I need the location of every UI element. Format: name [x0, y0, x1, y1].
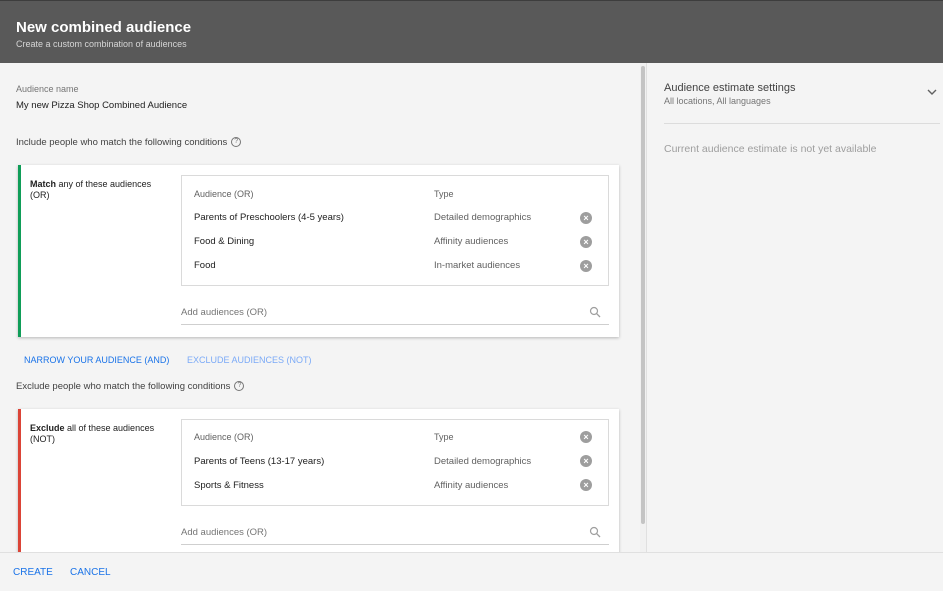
remove-circle-icon[interactable]: ×	[580, 431, 592, 443]
exclude-card: Exclude all of these audiences (NOT) Aud…	[18, 409, 619, 552]
main-scrollbar[interactable]	[641, 66, 645, 524]
column-header-type: Type	[434, 189, 454, 199]
exclude-card-label: Exclude all of these audiences (NOT)	[30, 423, 170, 445]
dialog-subtitle: Create a custom combination of audiences	[16, 39, 187, 49]
estimate-panel: Audience estimate settings All locations…	[646, 63, 943, 552]
help-circle-icon[interactable]: ?	[234, 381, 245, 392]
create-button[interactable]: CREATE	[13, 567, 53, 578]
table-row-name: Parents of Teens (13-17 years)	[194, 456, 325, 467]
remove-circle-icon[interactable]: ×	[580, 260, 592, 272]
remove-circle-icon[interactable]: ×	[580, 212, 592, 224]
table-row-name: Parents of Preschoolers (4-5 years)	[194, 212, 344, 223]
table-row-name: Food & Dining	[194, 236, 255, 247]
table-row-type: Affinity audiences	[434, 480, 509, 491]
audience-name-input[interactable]: My new Pizza Shop Combined Audience	[16, 100, 187, 111]
table-row-name: Food	[194, 260, 216, 271]
remove-circle-icon[interactable]: ×	[580, 236, 592, 248]
cancel-button[interactable]: CANCEL	[70, 567, 111, 578]
include-card-label-bold: Match	[30, 179, 57, 189]
divider	[664, 123, 940, 124]
estimate-settings-subtitle: All locations, All languages	[664, 96, 771, 106]
table-row-type: In-market audiences	[434, 260, 521, 271]
audience-name-label: Audience name	[16, 84, 79, 94]
exclude-heading-text: Exclude people who match the following c…	[16, 381, 231, 392]
estimate-status: Current audience estimate is not yet ava…	[664, 143, 877, 155]
remove-circle-icon[interactable]: ×	[580, 455, 592, 467]
dialog-footer: CREATE CANCEL	[0, 552, 943, 591]
main-panel: Audience name My new Pizza Shop Combined…	[0, 63, 640, 552]
exclude-heading: Exclude people who match the following c…	[16, 381, 245, 392]
include-card: Match any of these audiences (OR) Audien…	[18, 165, 619, 337]
table-row-type: Detailed demographics	[434, 212, 532, 223]
estimate-settings-toggle[interactable]: Audience estimate settings All locations…	[664, 81, 940, 111]
chevron-down-icon[interactable]	[927, 89, 937, 95]
table-row-name: Sports & Fitness	[194, 480, 264, 491]
include-audience-table: Audience (OR) Type Parents of Preschoole…	[181, 175, 609, 286]
estimate-settings-title: Audience estimate settings	[664, 82, 796, 94]
narrow-audience-button[interactable]: NARROW YOUR AUDIENCE (AND)	[24, 355, 169, 365]
include-card-label: Match any of these audiences (OR)	[30, 179, 170, 201]
add-audiences-placeholder: Add audiences (OR)	[181, 527, 268, 538]
dialog-header: New combined audience Create a custom co…	[0, 0, 943, 63]
column-header-audience: Audience (OR)	[194, 432, 254, 442]
column-header-audience: Audience (OR)	[194, 189, 254, 199]
table-row-type: Detailed demographics	[434, 456, 532, 467]
search-icon[interactable]	[589, 526, 601, 538]
add-audiences-placeholder: Add audiences (OR)	[181, 307, 268, 318]
include-heading-text: Include people who match the following c…	[16, 137, 228, 148]
exclude-audience-table: Audience (OR) Type × Parents of Teens (1…	[181, 419, 609, 506]
help-circle-icon[interactable]: ?	[231, 137, 242, 148]
table-row-type: Affinity audiences	[434, 236, 509, 247]
exclude-add-audiences-input[interactable]: Add audiences (OR)	[181, 521, 609, 545]
exclude-audiences-button[interactable]: EXCLUDE AUDIENCES (NOT)	[187, 355, 312, 365]
exclude-card-label-bold: Exclude	[30, 423, 65, 433]
dialog-title: New combined audience	[16, 19, 192, 36]
column-header-type: Type	[434, 432, 454, 442]
remove-circle-icon[interactable]: ×	[580, 479, 592, 491]
include-heading: Include people who match the following c…	[16, 137, 242, 148]
search-icon[interactable]	[589, 306, 601, 318]
include-add-audiences-input[interactable]: Add audiences (OR)	[181, 301, 609, 325]
